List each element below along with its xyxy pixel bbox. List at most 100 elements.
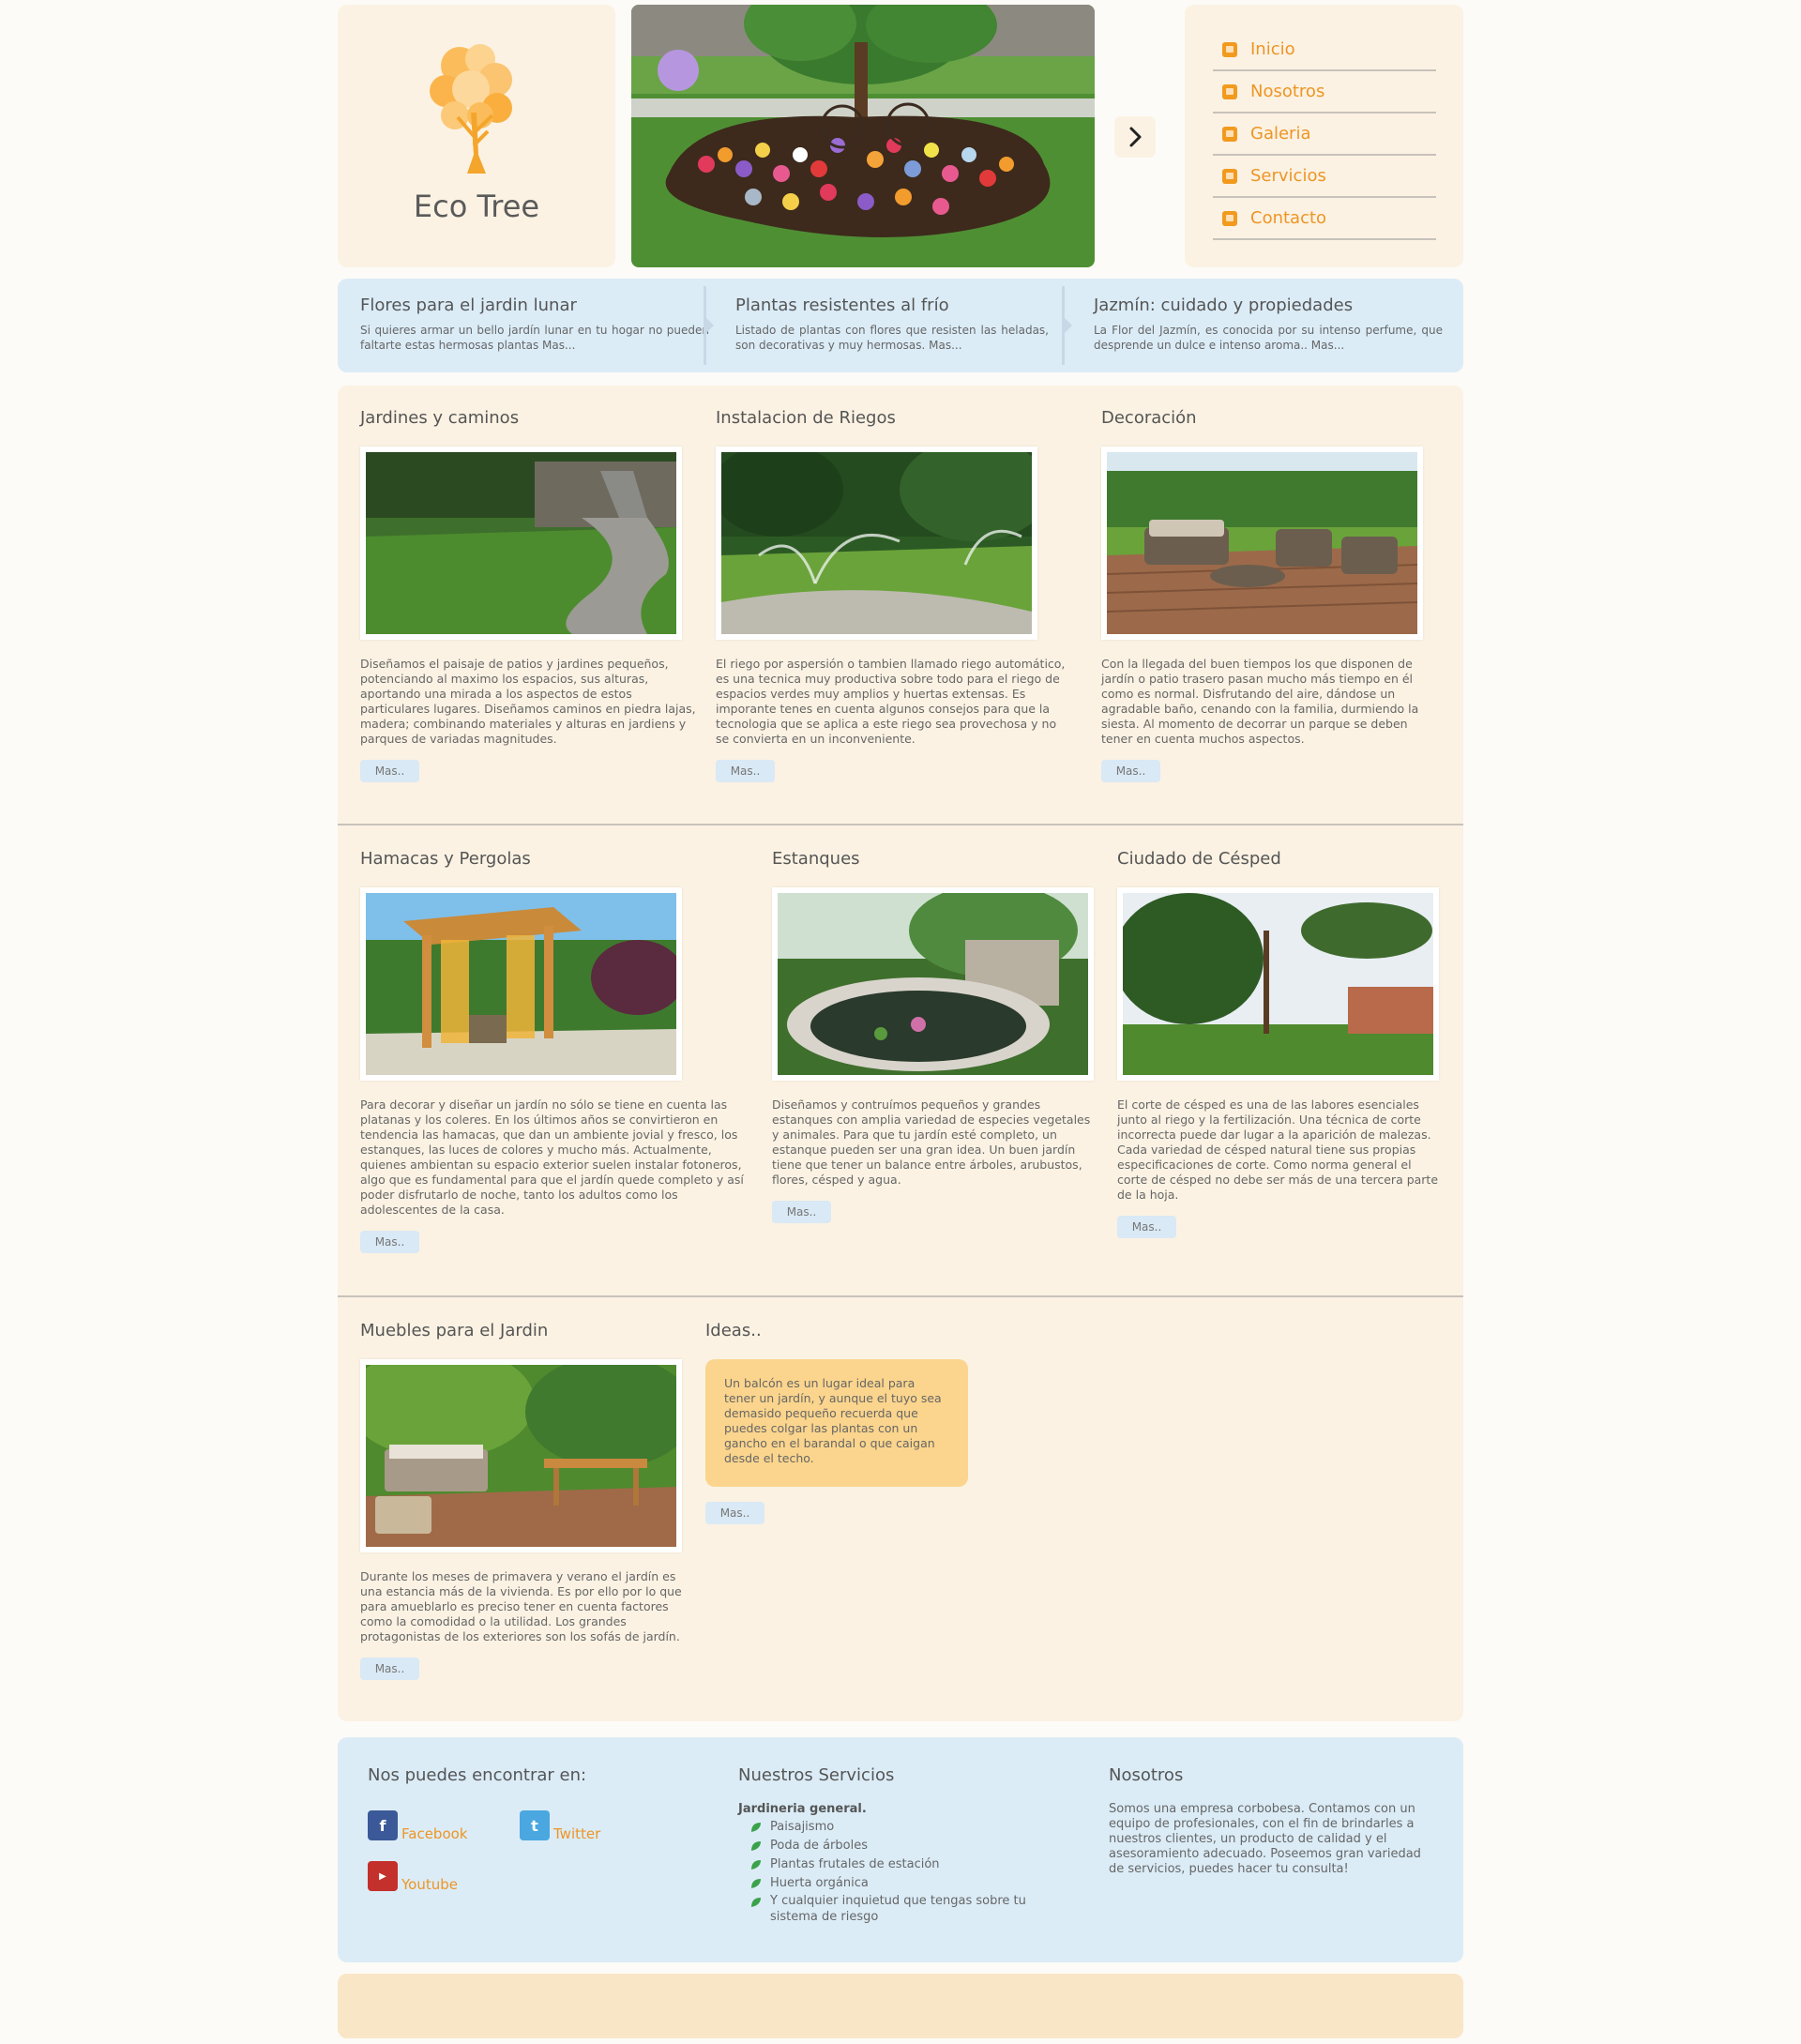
leaf-icon <box>751 1879 761 1888</box>
news-item[interactable]: Flores para el jardin lunar Si quieres a… <box>360 295 709 353</box>
mail-icon <box>1222 210 1237 226</box>
service-card-jardines: Jardines y caminos Diseñamos el paisaje … <box>360 408 698 782</box>
card-image <box>360 887 682 1081</box>
news-text: La Flor del Jazmín, es conocida por su i… <box>1094 324 1443 352</box>
card-title: Jardines y caminos <box>360 408 520 428</box>
service-card-muebles: Muebles para el Jardin Durante los meses… <box>360 1321 684 1680</box>
leaf-icon <box>751 1823 761 1832</box>
social-label: Twitter <box>553 1825 601 1842</box>
service-item: Plantas frutales de estación <box>749 1855 1048 1874</box>
users-icon <box>1222 83 1237 99</box>
card-image <box>716 447 1037 640</box>
card-text: Durante los meses de primavera y verano … <box>360 1569 682 1643</box>
logo-panel: Eco Tree <box>338 5 615 267</box>
nav-item-galeria[interactable]: Galeria <box>1213 114 1436 156</box>
brand-name: Eco Tree <box>413 189 540 224</box>
news-text: Si quieres armar un bello jardín lunar e… <box>360 324 709 352</box>
news-title[interactable]: Jazmín: cuidado y propiedades <box>1094 295 1443 315</box>
main-navigation: Inicio Nosotros Galeria Servicios Contac… <box>1185 5 1463 267</box>
card-image <box>360 1359 682 1552</box>
card-title: Decoración <box>1101 408 1197 428</box>
services-icon <box>1222 168 1237 184</box>
nav-item-nosotros[interactable]: Nosotros <box>1213 71 1436 114</box>
hero-garden-image <box>631 5 1095 267</box>
facebook-icon: f <box>368 1810 398 1840</box>
row-divider <box>338 1295 1463 1297</box>
nav-label: Galeria <box>1250 124 1311 144</box>
ideas-title: Ideas.. <box>705 1321 762 1340</box>
youtube-icon: ▶ <box>368 1861 398 1891</box>
card-title: Muebles para el Jardin <box>360 1321 549 1340</box>
footer-title: Nos puedes encontrar en: <box>368 1765 587 1785</box>
footer-services-section: Nuestros Servicios Jardineria general. P… <box>738 1765 1048 1925</box>
social-label: Facebook <box>401 1825 468 1842</box>
service-item: Huerta orgánica <box>749 1874 1048 1893</box>
more-button[interactable]: Mas.. <box>1101 760 1160 782</box>
news-title[interactable]: Flores para el jardin lunar <box>360 295 709 315</box>
news-divider-arrow <box>706 318 714 333</box>
card-image <box>772 887 1094 1081</box>
card-title: Instalacion de Riegos <box>716 408 896 428</box>
footer-title: Nosotros <box>1109 1765 1184 1785</box>
more-button[interactable]: Mas.. <box>360 1231 419 1253</box>
footer-about-section: Nosotros Somos una empresa corbobesa. Co… <box>1109 1765 1437 1877</box>
news-divider-arrow <box>1065 318 1072 333</box>
more-button[interactable]: Mas.. <box>705 1502 764 1524</box>
card-title: Estanques <box>772 849 860 869</box>
leaf-icon <box>751 1898 761 1907</box>
news-item[interactable]: Plantas resistentes al frío Listado de p… <box>735 295 1049 353</box>
services-heading: Jardineria general. <box>738 1802 867 1816</box>
leaf-icon <box>751 1841 761 1851</box>
nav-item-inicio[interactable]: Inicio <box>1213 29 1436 71</box>
footer-social-section: Nos puedes encontrar en: f Facebook t Tw… <box>368 1765 705 1893</box>
youtube-link[interactable]: ▶ Youtube <box>368 1861 458 1893</box>
service-item: Y cualquier inquietud que tengas sobre t… <box>749 1893 1048 1925</box>
twitter-icon: t <box>520 1810 550 1840</box>
card-image <box>1101 447 1423 640</box>
card-text: Diseñamos y contruímos pequeños y grande… <box>772 1098 1091 1187</box>
card-text: Para decorar y diseñar un jardín no sólo… <box>360 1098 744 1217</box>
card-text: El riego por aspersión o tambien llamado… <box>716 657 1066 746</box>
twitter-link[interactable]: t Twitter <box>520 1810 601 1842</box>
service-item: Poda de árboles <box>749 1837 1048 1855</box>
card-title: Hamacas y Pergolas <box>360 849 531 869</box>
nav-label: Contacto <box>1250 208 1327 228</box>
about-text: Somos una empresa corbobesa. Contamos co… <box>1109 1802 1421 1876</box>
leaf-icon <box>751 1860 761 1870</box>
more-button[interactable]: Mas.. <box>360 760 419 782</box>
footer-title: Nuestros Servicios <box>738 1765 895 1785</box>
nav-label: Servicios <box>1250 166 1326 186</box>
card-text: Diseñamos el paisaje de patios y jardine… <box>360 657 696 746</box>
home-icon <box>1222 41 1237 57</box>
gallery-icon <box>1222 126 1237 142</box>
slider-next-button[interactable] <box>1114 116 1156 158</box>
more-button[interactable]: Mas.. <box>772 1201 831 1223</box>
ideas-card: Ideas.. Un balcón es un lugar ideal para… <box>705 1321 977 1524</box>
nav-label: Nosotros <box>1250 82 1325 101</box>
service-card-cesped: Ciudado de Césped El corte de césped es … <box>1117 849 1441 1238</box>
footer: Nos puedes encontrar en: f Facebook t Tw… <box>338 1737 1463 1962</box>
service-card-riegos: Instalacion de Riegos El riego por asper… <box>716 408 1072 782</box>
service-card-hamacas: Hamacas y Pergolas Para decorar y diseña… <box>360 849 754 1253</box>
ideas-box: Un balcón es un lugar ideal para tener u… <box>705 1359 968 1487</box>
chevron-right-icon <box>1129 127 1142 147</box>
facebook-link[interactable]: f Facebook <box>368 1810 468 1842</box>
card-text: Con la llegada del buen tiempos los que … <box>1101 657 1419 746</box>
card-title: Ciudado de Césped <box>1117 849 1281 869</box>
service-card-estanques: Estanques Diseñamos y contruímos pequeño… <box>772 849 1096 1223</box>
news-item[interactable]: Jazmín: cuidado y propiedades La Flor de… <box>1094 295 1443 353</box>
news-title[interactable]: Plantas resistentes al frío <box>735 295 1049 315</box>
bottom-bar <box>338 1974 1463 2038</box>
services-list: Paisajismo Poda de árboles Plantas fruta… <box>738 1818 1048 1925</box>
nav-item-contacto[interactable]: Contacto <box>1213 198 1436 240</box>
more-button[interactable]: Mas.. <box>716 760 775 782</box>
service-card-decoracion: Decoración Con la llegada del buen tiemp… <box>1101 408 1439 782</box>
card-image <box>1117 887 1439 1081</box>
more-button[interactable]: Mas.. <box>1117 1216 1176 1238</box>
social-label: Youtube <box>401 1876 458 1893</box>
more-button[interactable]: Mas.. <box>360 1658 419 1680</box>
nav-item-servicios[interactable]: Servicios <box>1213 156 1436 198</box>
service-item: Paisajismo <box>749 1818 1048 1837</box>
card-image <box>360 447 682 640</box>
services-panel: Jardines y caminos Diseñamos el paisaje … <box>338 386 1463 1721</box>
